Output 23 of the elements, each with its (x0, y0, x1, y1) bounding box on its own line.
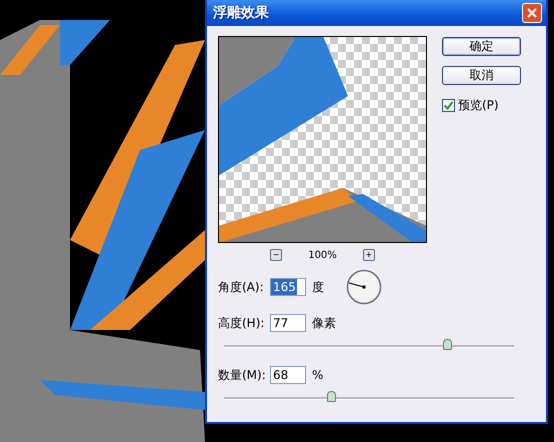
dialog-button[interactable]: 取消 (442, 66, 521, 85)
close-button[interactable] (522, 3, 542, 23)
zoom-in-button[interactable]: + (362, 249, 375, 261)
field-label: 高度(H): (218, 314, 266, 332)
zoom-out-button[interactable]: − (270, 249, 282, 261)
amount-input[interactable]: 68 (270, 366, 306, 384)
angle-dial[interactable] (346, 269, 382, 305)
slider-thumb[interactable] (443, 339, 452, 350)
checkmark-icon (443, 100, 454, 111)
window-title: 浮雕效果 (213, 4, 269, 22)
close-icon (527, 8, 537, 18)
zoom-level: 100% (308, 250, 337, 260)
unit-label: 度 (312, 278, 324, 296)
unit-label: 像素 (312, 314, 336, 332)
slider-thumb[interactable] (327, 391, 336, 402)
field-label: 角度(A): (218, 278, 265, 296)
checkbox-label: 预览(P) (458, 97, 499, 114)
field-label: 数量(M): (218, 366, 267, 384)
height-input[interactable]: 77 (270, 314, 306, 332)
dialog-button[interactable]: 确定 (442, 37, 521, 56)
preview-checkbox[interactable] (442, 99, 455, 112)
unit-label: % (312, 368, 324, 382)
angle-input[interactable]: 165 (270, 278, 306, 296)
